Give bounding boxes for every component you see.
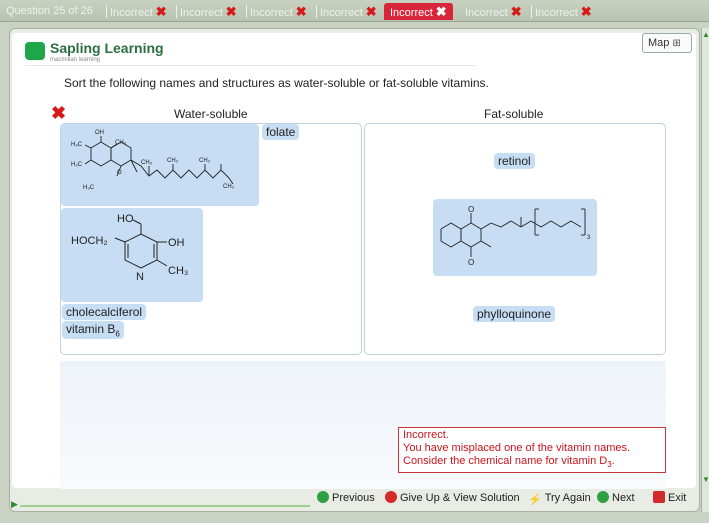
carbonyl-o-label: O — [468, 205, 474, 214]
exit-icon — [653, 491, 665, 503]
sapling-logo: Sapling Learning macmillan learning — [25, 40, 475, 66]
fat-soluble-heading: Fat-soluble — [484, 107, 544, 121]
ch3-label: CH₃ — [141, 160, 153, 166]
pyridoxine-structure-tile[interactable]: HO HOCH₂ OH N CH₃ — [61, 208, 203, 302]
map-button[interactable]: Map ⊞ — [642, 33, 692, 53]
tab-attempt-7[interactable]: Incorrect ✖ — [531, 3, 592, 20]
vitamin-b6-subscript: 6 — [115, 329, 120, 339]
feedback-message: Incorrect. You have misplaced one of the… — [398, 427, 666, 473]
sitemap-icon: ⊞ — [672, 38, 681, 49]
next-arrow-icon — [597, 491, 609, 503]
tab-attempt-5-active[interactable]: Incorrect ✖ — [384, 3, 453, 20]
h3c-label: H₃C — [83, 185, 95, 191]
retinol-tile[interactable]: retinol — [494, 153, 535, 169]
tocopherol-structure: OH H₃C CH₃ H₃C O H₃C CH₃ CH₃ CH₃ CH₃ — [71, 130, 235, 191]
vitamin-b6-tile[interactable]: vitamin B6 — [62, 321, 124, 340]
water-soluble-heading: Water-soluble — [174, 107, 248, 121]
instruction-text: Sort the following names and structures … — [64, 76, 489, 90]
feedback-hint: Consider the chemical name for vitamin D… — [403, 455, 615, 470]
carbonyl-o-label: O — [468, 258, 474, 267]
ch3-label: CH₃ — [199, 158, 211, 164]
pyridoxine-structure: HO HOCH₂ OH N CH₃ — [71, 213, 188, 283]
oh-label: OH — [168, 237, 185, 249]
next-button[interactable]: Next — [597, 491, 635, 505]
tocopherol-structure-tile[interactable]: OH H₃C CH₃ H₃C O H₃C CH₃ CH₃ CH₃ CH₃ — [61, 124, 259, 206]
incorrect-x-icon: ✖ — [365, 4, 377, 19]
try-again-button[interactable]: ⚡ Try Again — [528, 491, 591, 506]
tab-attempt-2[interactable]: Incorrect ✖ — [176, 3, 237, 20]
feedback-status: Incorrect. — [403, 429, 449, 441]
give-up-button[interactable]: Give Up & View Solution — [385, 491, 520, 505]
ch3-label: CH₃ — [115, 140, 127, 146]
sapling-leaf-icon — [25, 42, 45, 60]
incorrect-x-icon: ✖ — [580, 4, 592, 19]
feedback-detail: You have misplaced one of the vitamin na… — [403, 442, 631, 454]
previous-button[interactable]: Previous — [317, 491, 375, 505]
phylloquinone-structure-tile[interactable]: O O 3 — [433, 199, 597, 276]
question-tab-bar: Question 25 of 26 Incorrect ✖ Incorrect ✖ … — [0, 0, 709, 22]
incorrect-x-icon: ✖ — [435, 4, 447, 19]
incorrect-x-icon: ✖ — [225, 4, 237, 19]
pyridine-n-label: N — [136, 271, 144, 283]
vitamin-b6-label: vitamin B — [66, 322, 116, 336]
scroll-down-icon[interactable]: ▼ — [702, 475, 709, 484]
tab-attempt-6[interactable]: Incorrect ✖ — [465, 3, 522, 20]
vertical-scrollbar[interactable]: ▲ ▼ — [701, 28, 709, 512]
h3c-label: H₃C — [71, 162, 83, 168]
cholecalciferol-tile[interactable]: cholecalciferol — [62, 304, 147, 320]
incorrect-x-icon: ✖ — [155, 4, 167, 19]
try-again-icon: ⚡ — [528, 494, 542, 506]
h3c-label: H₃C — [71, 142, 83, 148]
tab-attempt-4[interactable]: Incorrect ✖ — [316, 3, 377, 20]
ch3-label: CH₃ — [223, 184, 235, 190]
logo-name: Sapling Learning — [50, 40, 164, 56]
tab-attempt-1[interactable]: Incorrect ✖ — [106, 3, 167, 20]
logo-subtitle: macmillan learning — [50, 57, 101, 63]
oh-label: OH — [95, 130, 104, 136]
repeat-subscript-label: 3 — [587, 235, 591, 241]
ch3-label: CH₃ — [168, 265, 188, 277]
ring-oxygen-label: O — [117, 170, 122, 176]
phylloquinone-tile[interactable]: phylloquinone — [473, 306, 556, 322]
incorrect-x-icon: ✖ — [510, 4, 522, 19]
tab-question-counter[interactable]: Question 25 of 26 — [6, 3, 93, 20]
bottom-navigation: Previous Give Up & View Solution ⚡ Try Ag… — [7, 491, 700, 509]
map-label: Map — [648, 37, 670, 49]
phylloquinone-structure: O O 3 — [440, 205, 591, 267]
give-up-icon — [385, 491, 397, 503]
scroll-up-icon[interactable]: ▲ — [702, 30, 709, 39]
ho-label: HO — [117, 213, 134, 225]
incorrect-x-icon: ✖ — [295, 4, 307, 19]
exit-button[interactable]: Exit — [653, 491, 686, 505]
previous-arrow-icon — [317, 491, 329, 503]
hoch2-label: HOCH₂ — [71, 235, 108, 247]
folate-tile[interactable]: folate — [262, 124, 300, 140]
incorrect-mark-icon: ✖ — [51, 103, 67, 123]
ch3-label: CH₃ — [167, 158, 179, 164]
tab-attempt-3[interactable]: Incorrect ✖ — [246, 3, 307, 20]
